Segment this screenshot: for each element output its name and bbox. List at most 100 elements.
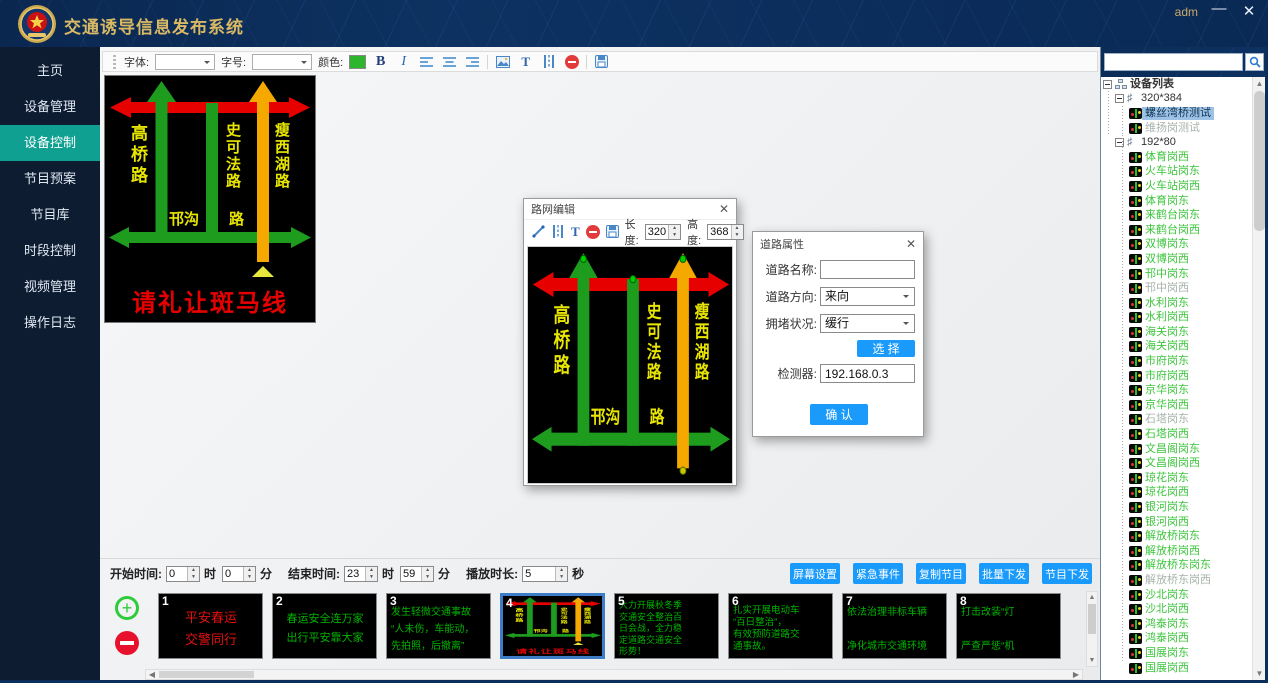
font-select[interactable] [155, 54, 215, 70]
device-tree-item[interactable]: 市府岗西 [1101, 369, 1253, 384]
sidebar-item-video-manage[interactable]: 视频管理 [0, 269, 100, 305]
device-tree-item[interactable]: 沙北岗东 [1101, 588, 1253, 603]
device-tree-item[interactable]: 国展岗西 [1101, 661, 1253, 676]
length-stepper[interactable]: 320▲▼ [645, 224, 681, 240]
program-thumbnail-4[interactable]: 4高桥路史可法路瘦西湖路邗沟路请礼让斑马线 [500, 593, 605, 659]
road-direction-select[interactable]: 来向 [820, 287, 915, 306]
device-tree-item[interactable]: 银河岗东 [1101, 500, 1253, 515]
line-tool-icon[interactable] [532, 224, 545, 240]
text-tool-icon[interactable]: T [571, 224, 580, 240]
program-thumbnail-5[interactable]: 5大力开展秋冬季交通安全整治百日会战，全力稳定道路交通安全形势！ [614, 593, 719, 659]
size-select[interactable] [252, 54, 312, 70]
end-hour-stepper[interactable]: 23▲▼ [344, 566, 378, 582]
filmstrip-vertical-scrollbar[interactable]: ▲▼ [1086, 591, 1098, 667]
device-tree-item[interactable]: 解放桥东岗东 [1101, 559, 1253, 574]
device-tree-item[interactable]: 邗中岗西 [1101, 281, 1253, 296]
device-tree-item[interactable]: 银河岗西 [1101, 515, 1253, 530]
height-stepper[interactable]: 368▲▼ [707, 224, 743, 240]
start-hour-stepper[interactable]: 0▲▼ [166, 566, 200, 582]
road-name-input[interactable] [820, 260, 915, 279]
device-tree-item[interactable]: 琼花岗西 [1101, 486, 1253, 501]
start-minute-stepper[interactable]: 0▲▼ [222, 566, 256, 582]
congestion-select[interactable]: 缓行 [820, 314, 915, 333]
tree-expander[interactable] [1115, 94, 1124, 103]
program-thumbnail-1[interactable]: 1平安春运交警同行 [158, 593, 263, 659]
italic-icon[interactable]: I [395, 54, 412, 70]
device-tree-item[interactable]: 市府岗东 [1101, 354, 1253, 369]
color-swatch[interactable] [349, 55, 366, 69]
sidebar-item-device-control[interactable]: 设备控制 [0, 125, 100, 161]
detector-input[interactable] [820, 364, 915, 383]
program-thumbnail-8[interactable]: 8打击改装“灯 严查严惩“机 [956, 593, 1061, 659]
screen-settings-button[interactable]: 屏幕设置 [790, 563, 840, 584]
align-center-icon[interactable] [441, 54, 458, 70]
save-icon[interactable] [606, 224, 619, 240]
device-tree-item[interactable]: 京华岗西 [1101, 398, 1253, 413]
program-thumbnail-3[interactable]: 3发生轻微交通事故“人未伤，车能动，先拍照，后撤离” [386, 593, 491, 659]
tree-root[interactable]: 设备列表 [1101, 77, 1253, 92]
search-icon[interactable] [1245, 53, 1264, 71]
align-left-icon[interactable] [418, 54, 435, 70]
text-tool-icon[interactable]: T [517, 54, 534, 70]
emergency-event-button[interactable]: 紧急事件 [853, 563, 903, 584]
sidebar-item-program-lib[interactable]: 节目库 [0, 197, 100, 233]
program-thumbnail-6[interactable]: 6扎实开展电动车“百日整治”，有效预防道路交通事故。 [728, 593, 833, 659]
road-tool-icon[interactable] [551, 224, 565, 240]
device-tree-item[interactable]: 火车站岗东 [1101, 165, 1253, 180]
device-tree-item[interactable]: 来鹤台岗西 [1101, 223, 1253, 238]
device-tree-item[interactable]: 解放桥东岗西 [1101, 573, 1253, 588]
device-tree-item[interactable]: 鸿泰岗东 [1101, 617, 1253, 632]
device-tree-item[interactable]: 火车站岗西 [1101, 179, 1253, 194]
device-tree-item[interactable]: 鸿泰岗西 [1101, 632, 1253, 647]
device-tree-item[interactable]: 双博岗东 [1101, 238, 1253, 253]
device-tree-item[interactable]: 文昌阁岗西 [1101, 456, 1253, 471]
road-tool-icon[interactable] [540, 54, 557, 70]
device-tree-item[interactable]: 解放桥岗东 [1101, 529, 1253, 544]
sidebar-item-home[interactable]: 主页 [0, 53, 100, 89]
align-right-icon[interactable] [464, 54, 481, 70]
device-tree-item[interactable]: 邗中岗东 [1101, 267, 1253, 282]
sidebar-item-operation-log[interactable]: 操作日志 [0, 305, 100, 341]
device-tree-item[interactable]: 京华岗东 [1101, 383, 1253, 398]
device-tree-item[interactable]: 螺丝湾桥测试 [1101, 106, 1253, 121]
batch-send-button[interactable]: 批量下发 [979, 563, 1029, 584]
device-tree-item[interactable]: 双博岗西 [1101, 252, 1253, 267]
sidebar-item-period-control[interactable]: 时段控制 [0, 233, 100, 269]
device-tree-item[interactable]: 海关岗西 [1101, 340, 1253, 355]
end-minute-stepper[interactable]: 59▲▼ [400, 566, 434, 582]
program-thumbnail-2[interactable]: 2春运安全连万家出行平安靠大家 [272, 593, 377, 659]
device-tree-item[interactable]: 石塔岗东 [1101, 413, 1253, 428]
screen-preview[interactable]: 高桥路史可法路瘦西湖路邗沟路请礼让斑马线 [104, 75, 316, 323]
roadnet-close-icon[interactable]: ✕ [719, 202, 729, 216]
sidebar-item-program-plan[interactable]: 节目预案 [0, 161, 100, 197]
remove-frame-button[interactable] [115, 631, 139, 655]
duration-stepper[interactable]: 5▲▼ [522, 566, 568, 582]
add-frame-button[interactable]: + [115, 596, 139, 620]
device-tree-item[interactable]: 维扬岗测试 [1101, 121, 1253, 136]
sidebar-item-device-manage[interactable]: 设备管理 [0, 89, 100, 125]
device-tree-item[interactable]: 水利岗西 [1101, 311, 1253, 326]
device-tree-item[interactable]: 水利岗东 [1101, 296, 1253, 311]
select-button[interactable]: 选 择 [857, 340, 915, 357]
delete-icon[interactable] [586, 224, 600, 240]
device-tree-item[interactable]: 沙北岗西 [1101, 602, 1253, 617]
device-tree-item[interactable]: 国展岗东 [1101, 646, 1253, 661]
program-thumbnail-7[interactable]: 7依法治理非标车辆 净化城市交通环境 [842, 593, 947, 659]
device-tree-item[interactable]: 琼花岗东 [1101, 471, 1253, 486]
tree-expander[interactable] [1103, 80, 1112, 89]
props-close-icon[interactable]: ✕ [906, 237, 916, 251]
device-tree-item[interactable]: 文昌阁岗东 [1101, 442, 1253, 457]
confirm-button[interactable]: 确 认 [810, 404, 868, 425]
save-icon[interactable] [593, 54, 610, 70]
device-tree-item[interactable]: 体育岗西 [1101, 150, 1253, 165]
minimize-button[interactable]: — [1208, 0, 1230, 17]
close-button[interactable]: ✕ [1238, 2, 1260, 20]
tree-group-320*384[interactable]: ♯320*384 [1101, 92, 1253, 107]
device-search-input[interactable] [1104, 53, 1243, 71]
image-icon[interactable] [494, 54, 511, 70]
roadnet-canvas[interactable]: 高桥路史可法路瘦西湖路邗沟路 [527, 246, 733, 484]
device-tree-item[interactable]: 石塔岗西 [1101, 427, 1253, 442]
device-tree-item[interactable]: 解放桥岗西 [1101, 544, 1253, 559]
filmstrip-horizontal-scrollbar[interactable]: ◀▶ [145, 669, 1083, 680]
device-tree-scrollbar[interactable]: ▲▼ [1252, 77, 1265, 680]
